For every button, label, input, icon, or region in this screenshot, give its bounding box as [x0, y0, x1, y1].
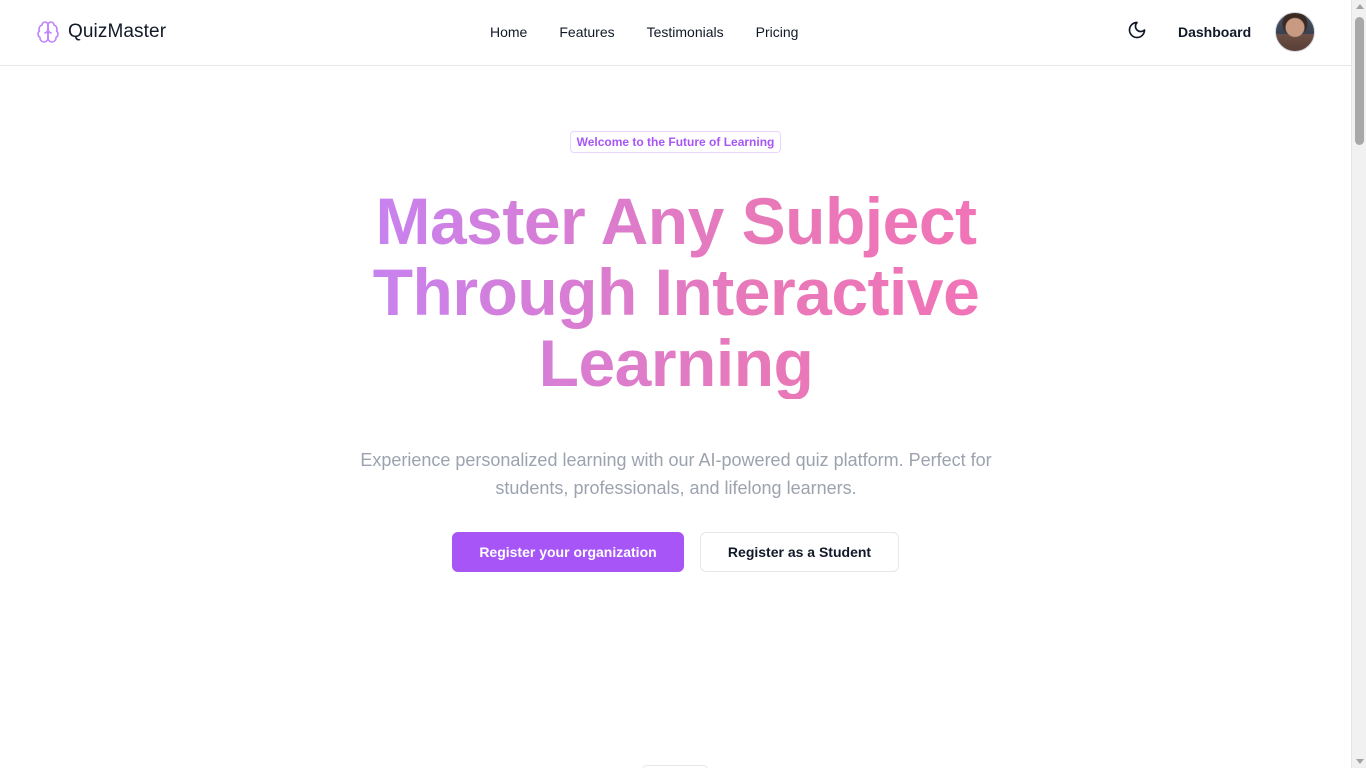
landing-page: QuizMaster Home Features Testimonials Pr… [0, 0, 1351, 768]
brain-icon [36, 20, 60, 44]
scrollbar-thumb[interactable] [1355, 17, 1364, 145]
register-organization-button[interactable]: Register your organization [452, 532, 684, 572]
register-student-button[interactable]: Register as a Student [700, 532, 899, 572]
page-scrollbar[interactable] [1351, 0, 1366, 768]
dashboard-link[interactable]: Dashboard [1170, 23, 1259, 41]
headline-line-2: Through Interactive [372, 255, 980, 329]
brand-name: QuizMaster [68, 21, 167, 42]
theme-toggle-button[interactable] [1124, 19, 1150, 45]
nav-testimonials[interactable]: Testimonials [635, 23, 736, 41]
scroll-down-arrow-icon[interactable] [1356, 759, 1364, 764]
nav-home[interactable]: Home [478, 23, 539, 41]
headline-line-1: Master Any Subject [375, 184, 977, 258]
top-navbar: QuizMaster Home Features Testimonials Pr… [0, 0, 1351, 66]
user-avatar[interactable] [1275, 12, 1315, 52]
moon-icon [1127, 20, 1147, 45]
scroll-up-arrow-icon[interactable] [1356, 4, 1364, 9]
nav-pricing[interactable]: Pricing [744, 23, 811, 41]
hero-headline: Master Any Subject Through Interactive L… [283, 186, 1069, 399]
brand-logo-link[interactable]: QuizMaster [36, 20, 166, 44]
hero-subtext: Experience personalized learning with ou… [360, 450, 992, 498]
main-nav: Home Features Testimonials Pricing [478, 23, 810, 41]
headline-line-3: Learning [538, 326, 814, 400]
nav-features[interactable]: Features [547, 23, 626, 41]
welcome-badge: Welcome to the Future of Learning [570, 131, 781, 153]
